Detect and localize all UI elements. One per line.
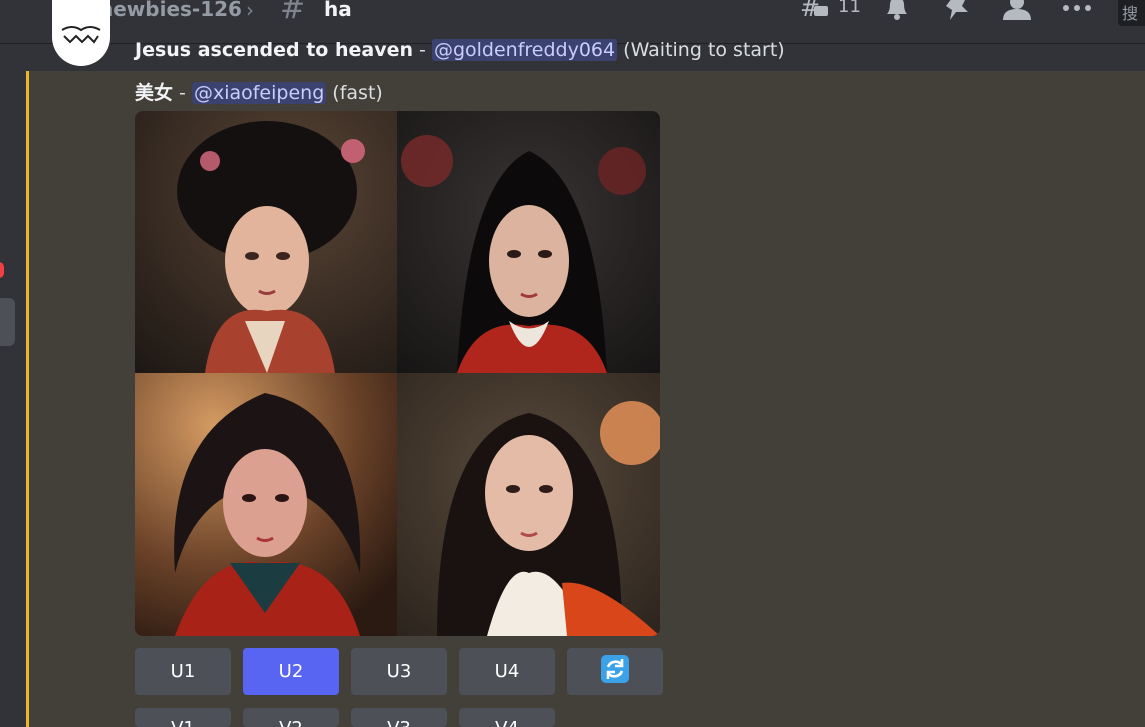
variation-3-button[interactable]: V3 — [351, 708, 447, 727]
variation-1-button[interactable]: V1 — [135, 708, 231, 727]
grid-image-3[interactable] — [135, 373, 397, 636]
status-text: (Waiting to start) — [617, 39, 785, 61]
variation-4-button[interactable]: V4 — [459, 708, 555, 727]
threads-icon[interactable]: # — [800, 0, 834, 25]
bell-icon[interactable] — [884, 0, 910, 23]
reroll-button[interactable] — [567, 648, 663, 695]
upscale-3-button[interactable]: U3 — [351, 648, 447, 695]
more-icon[interactable] — [1062, 0, 1092, 21]
refresh-icon — [600, 654, 630, 689]
search-input[interactable]: 搜 — [1118, 0, 1145, 26]
generated-image-grid[interactable] — [135, 111, 660, 636]
separator: - — [413, 39, 432, 61]
breadcrumb-parent-channel[interactable]: newbies-126 — [99, 0, 242, 21]
selected-indicator — [0, 298, 15, 346]
upscale-2-button[interactable]: U2 — [243, 648, 339, 695]
members-icon[interactable] — [1002, 0, 1032, 23]
grid-image-4[interactable] — [397, 373, 660, 636]
avatar[interactable] — [52, 0, 110, 66]
variation-2-button[interactable]: V2 — [243, 708, 339, 727]
thread-icon: # — [280, 0, 306, 26]
left-sidebar-edge — [0, 44, 28, 727]
grid-image-1[interactable] — [135, 111, 397, 373]
status-text: (fast) — [326, 82, 383, 104]
separator: - — [173, 82, 192, 104]
user-mention[interactable]: @xiaofeipeng — [191, 82, 327, 104]
upscale-4-button[interactable]: U4 — [459, 648, 555, 695]
thread-count: 11 — [838, 0, 861, 17]
chevron-right-icon: › — [246, 0, 254, 22]
prompt-text: 美女 — [135, 82, 174, 104]
previous-message-content: Jesus ascended to heaven - @goldenfreddy… — [135, 39, 785, 61]
prompt-text: Jesus ascended to heaven — [135, 39, 414, 61]
grid-image-2[interactable] — [397, 111, 660, 373]
thread-title: ha — [324, 0, 352, 21]
pin-icon[interactable] — [942, 0, 972, 25]
message-content: 美女 - @xiaofeipeng (fast) — [135, 78, 383, 105]
upscale-1-button[interactable]: U1 — [135, 648, 231, 695]
user-mention[interactable]: @goldenfreddy064 — [431, 39, 618, 61]
channel-header: # newbies-126 › # ha # 11 搜 — [0, 0, 1145, 44]
